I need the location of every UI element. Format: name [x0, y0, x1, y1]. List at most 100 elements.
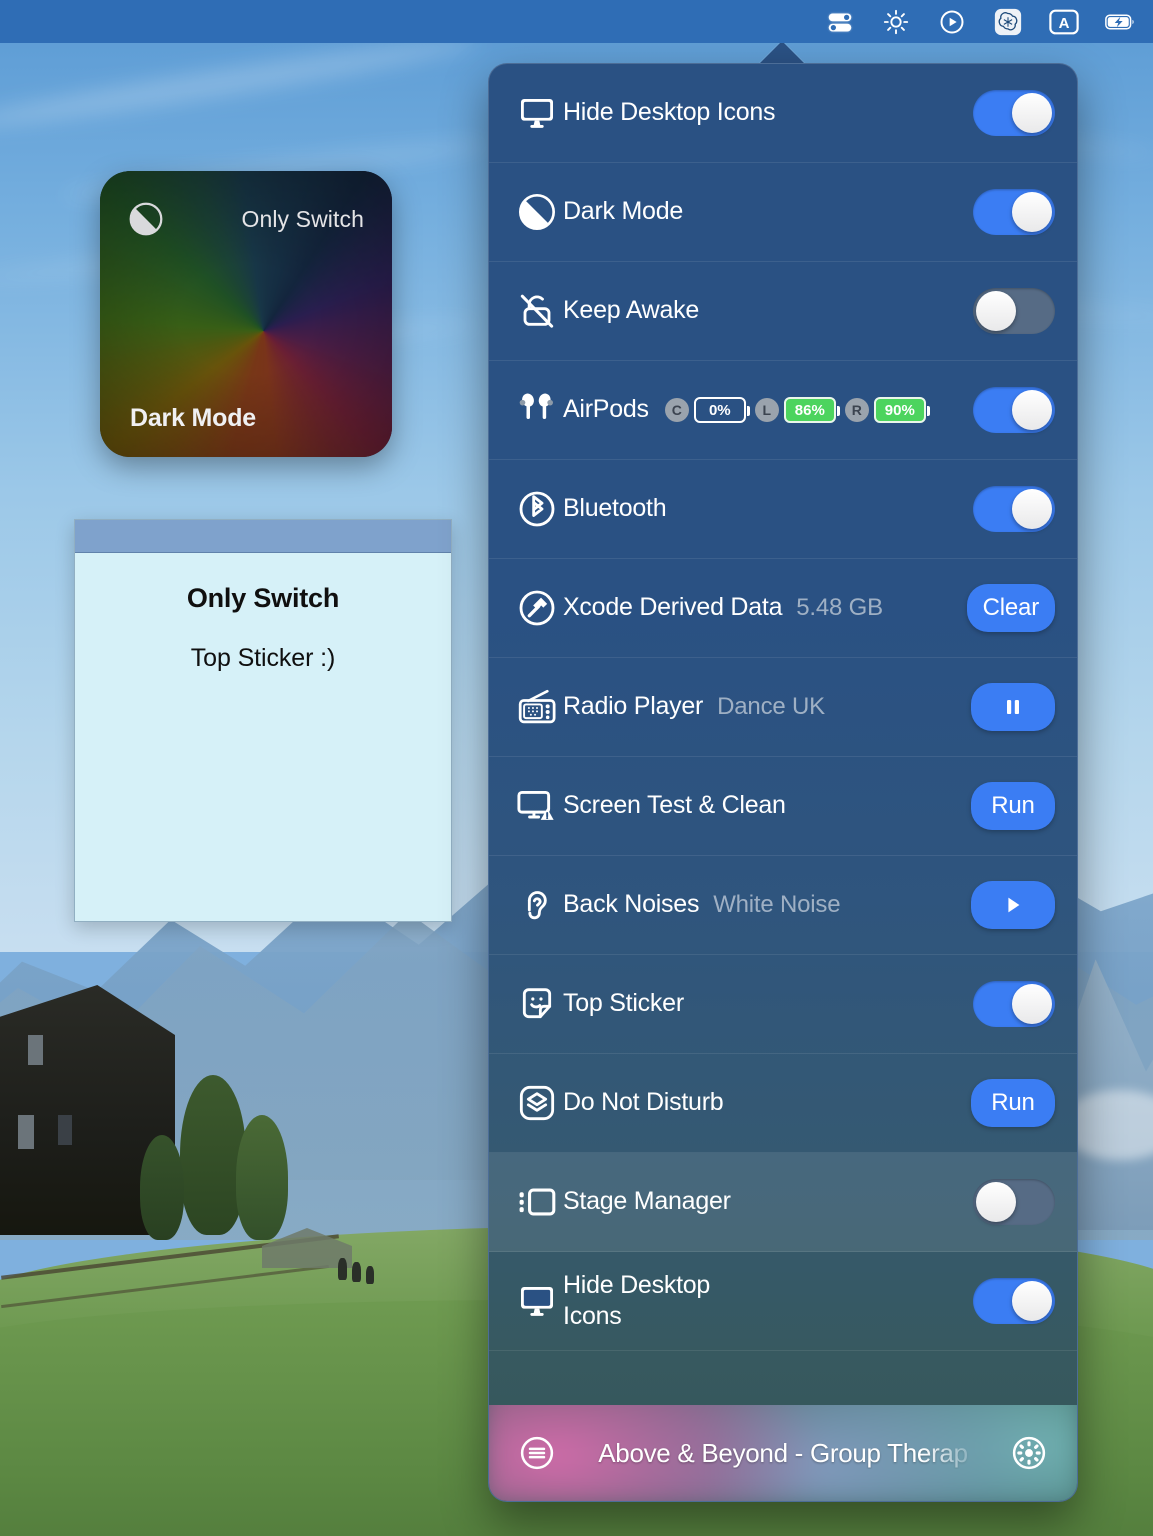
- play-circle-icon[interactable]: [937, 7, 967, 37]
- toggle-knob: [976, 291, 1016, 331]
- list-menu-icon[interactable]: [515, 1431, 559, 1475]
- sticker-body: Only Switch Top Sticker :): [75, 553, 451, 673]
- panel-row[interactable]: Stage Manager: [489, 1153, 1077, 1252]
- dark-mode-widget[interactable]: Only Switch Dark Mode: [100, 171, 392, 457]
- widget-header: Only Switch: [100, 171, 392, 267]
- sticker-title: Only Switch: [186, 583, 340, 613]
- row-control: Run: [971, 1079, 1055, 1127]
- tree: [236, 1115, 288, 1240]
- widget-app-name: Only Switch: [241, 205, 364, 232]
- toggle-switch[interactable]: [973, 189, 1055, 235]
- battery-level: 90%: [873, 397, 930, 423]
- tree: [140, 1135, 184, 1240]
- row-label: Keep Awake: [563, 296, 700, 325]
- keep-awake-icon: [511, 291, 563, 331]
- row-label: Bluetooth: [563, 494, 667, 523]
- panel-row[interactable]: Screen Test & Clean Run: [489, 757, 1077, 856]
- panel-row[interactable]: Top Sticker: [489, 955, 1077, 1054]
- airpods-battery-c: C 0%: [664, 397, 750, 423]
- airpods-battery-r: R 90%: [844, 397, 930, 423]
- row-label: Stage Manager: [563, 1187, 731, 1216]
- panel-row[interactable]: AirPods C 0% L 86% R 90%: [489, 361, 1077, 460]
- airpods-icon: [511, 390, 563, 430]
- panel-row[interactable]: Dark Mode: [489, 163, 1077, 262]
- keyboard-input-icon[interactable]: A: [1049, 7, 1079, 37]
- person: [366, 1266, 374, 1284]
- row-subtitle: White Noise: [713, 891, 841, 918]
- panel-row[interactable]: Hide Desktop Icons: [489, 64, 1077, 163]
- play-button[interactable]: [971, 881, 1055, 929]
- chalet-window: [28, 1035, 43, 1065]
- toggle-switch[interactable]: [973, 90, 1055, 136]
- toggles-icon[interactable]: [825, 7, 855, 37]
- pause-button[interactable]: [971, 683, 1055, 731]
- row-label: Hide Desktop Icons: [563, 1270, 711, 1331]
- gear-icon[interactable]: [1007, 1431, 1051, 1475]
- half-circle-icon: [511, 192, 563, 232]
- toggle-knob: [1012, 390, 1052, 430]
- toggle-switch[interactable]: [973, 1179, 1055, 1225]
- panel-row[interactable]: Radio Player Dance UK: [489, 658, 1077, 757]
- row-control: [973, 387, 1055, 433]
- sticker-titlebar[interactable]: [75, 520, 451, 553]
- row-label: Back Noises: [563, 890, 700, 919]
- toggle-knob: [976, 1182, 1016, 1222]
- hammer-icon: [511, 588, 563, 628]
- row-label: Hide Desktop Icons: [563, 98, 776, 127]
- toggle-switch[interactable]: [973, 288, 1055, 334]
- macos-menu-bar: A: [0, 0, 1153, 43]
- row-control: Clear: [966, 584, 1055, 632]
- now-playing-bar[interactable]: Above & Beyond - Group Therap: [489, 1405, 1077, 1501]
- toggle-switch[interactable]: [973, 1278, 1055, 1324]
- toggle-knob: [1012, 192, 1052, 232]
- row-control: [973, 1278, 1055, 1324]
- toggle-switch[interactable]: [973, 981, 1055, 1027]
- row-label: Radio Player: [563, 692, 704, 721]
- row-subtitle: 5.48 GB: [796, 594, 883, 621]
- battery-charging-icon[interactable]: [1105, 7, 1135, 37]
- tree: [180, 1075, 246, 1235]
- person: [352, 1262, 361, 1282]
- panel-row[interactable]: Back Noises White Noise: [489, 856, 1077, 955]
- panel-row[interactable]: Hide Desktop Icons: [489, 1252, 1077, 1351]
- panel-row[interactable]: Do Not Disturb Run: [489, 1054, 1077, 1153]
- sticker-icon: [511, 984, 563, 1024]
- panel-row[interactable]: Xcode Derived Data 5.48 GB Clear: [489, 559, 1077, 658]
- row-control: [971, 683, 1055, 731]
- action-button[interactable]: Run: [971, 1079, 1055, 1127]
- row-label: AirPods: [563, 395, 649, 424]
- row-control: [973, 486, 1055, 532]
- battery-tag: L: [754, 398, 779, 422]
- airpods-battery-l: L 86%: [754, 397, 840, 423]
- top-sticker-window[interactable]: Only Switch Top Sticker :): [74, 519, 452, 922]
- row-control: [973, 1179, 1055, 1225]
- now-playing-track: Above & Beyond - Group Therap: [598, 1437, 968, 1468]
- chalet-window: [18, 1115, 34, 1149]
- only-switch-panel: Hide Desktop Icons Dark Mode Keep Awake: [488, 63, 1078, 1502]
- row-label: Top Sticker: [563, 989, 684, 1018]
- person: [338, 1258, 347, 1280]
- panel-row[interactable]: Keep Awake: [489, 262, 1077, 361]
- toggle-switch[interactable]: [973, 486, 1055, 532]
- row-label: Dark Mode: [563, 197, 684, 226]
- openai-icon[interactable]: [993, 7, 1023, 37]
- row-control: [971, 881, 1055, 929]
- toggle-knob: [1012, 93, 1052, 133]
- desktop-icon: [511, 1281, 563, 1321]
- action-button[interactable]: Clear: [966, 584, 1055, 632]
- pause-icon: [1007, 700, 1019, 714]
- battery-level: 0%: [693, 397, 750, 423]
- half-circle-icon: [128, 201, 164, 237]
- widget-title: Dark Mode: [130, 404, 257, 432]
- panel-row[interactable]: Bluetooth: [489, 460, 1077, 559]
- chalet-window: [58, 1115, 72, 1145]
- desktop-icon: [511, 93, 563, 133]
- toggle-knob: [1012, 489, 1052, 529]
- action-button[interactable]: Run: [971, 782, 1055, 830]
- screen-warning-icon: [511, 786, 563, 826]
- brightness-icon[interactable]: [881, 7, 911, 37]
- row-subtitle: Dance UK: [717, 693, 825, 720]
- battery-level: 86%: [783, 397, 840, 423]
- toggle-switch[interactable]: [973, 387, 1055, 433]
- toggle-knob: [1012, 984, 1052, 1024]
